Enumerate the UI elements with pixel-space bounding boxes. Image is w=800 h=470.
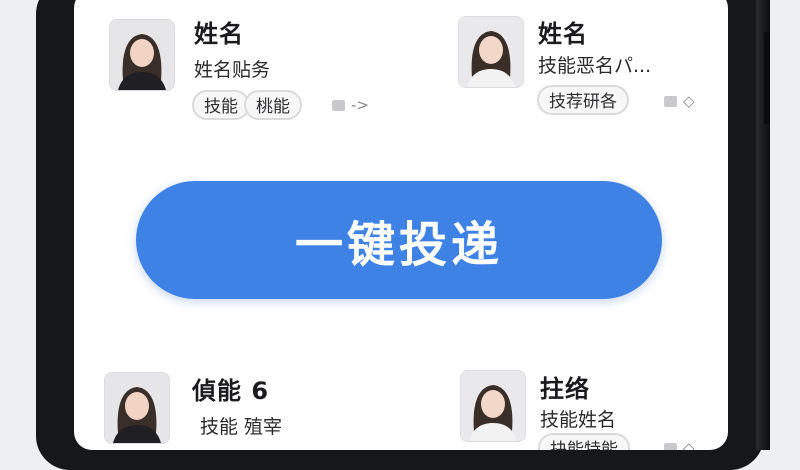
candidate-subtitle: 技能恶名パ... (538, 55, 652, 77)
avatar (458, 16, 524, 88)
user-photo-icon (459, 17, 523, 87)
candidate-subtitle: 技能 殖宰 (200, 416, 283, 438)
placeholder-square-icon (332, 99, 345, 111)
candidate-name: 拄络 (540, 375, 590, 403)
candidate-subtitle: 技能姓名 (540, 409, 617, 431)
candidate-name: 姓名 (194, 20, 244, 48)
phone-screen: 姓名 姓名贴务 技能 桃能 -> 姓名 技能恶名パ... 技荐研各 ◇ 一键投递 (74, 0, 728, 450)
avatar (460, 370, 526, 442)
avatar (104, 372, 170, 444)
avatar (109, 19, 175, 91)
diamond-icon: ◇ (683, 439, 695, 450)
arrow-right-icon: -> (351, 96, 369, 114)
diamond-icon: ◇ (683, 92, 695, 110)
candidate-subtitle: 姓名贴务 (194, 59, 271, 81)
user-photo-icon (105, 373, 169, 443)
phone-side-button (764, 32, 770, 124)
placeholder-square-icon (664, 95, 677, 107)
placeholder-square-icon (664, 442, 677, 450)
card-action[interactable]: ◇ (664, 92, 695, 110)
skill-tag: 技能 (192, 90, 250, 120)
candidate-name: 姓名 (538, 20, 588, 48)
skill-tag: 桃能 (244, 90, 302, 120)
user-photo-icon (461, 371, 525, 441)
one-click-apply-button[interactable]: 一键投递 (136, 181, 662, 299)
card-action[interactable]: -> (332, 96, 369, 114)
user-photo-icon (110, 20, 174, 90)
candidate-name: 偵能 6 (192, 377, 270, 405)
skill-tag: 技荐研各 (537, 85, 629, 115)
skill-tag: 抉能特能 (538, 433, 630, 450)
card-action[interactable]: ◇ (664, 439, 695, 450)
